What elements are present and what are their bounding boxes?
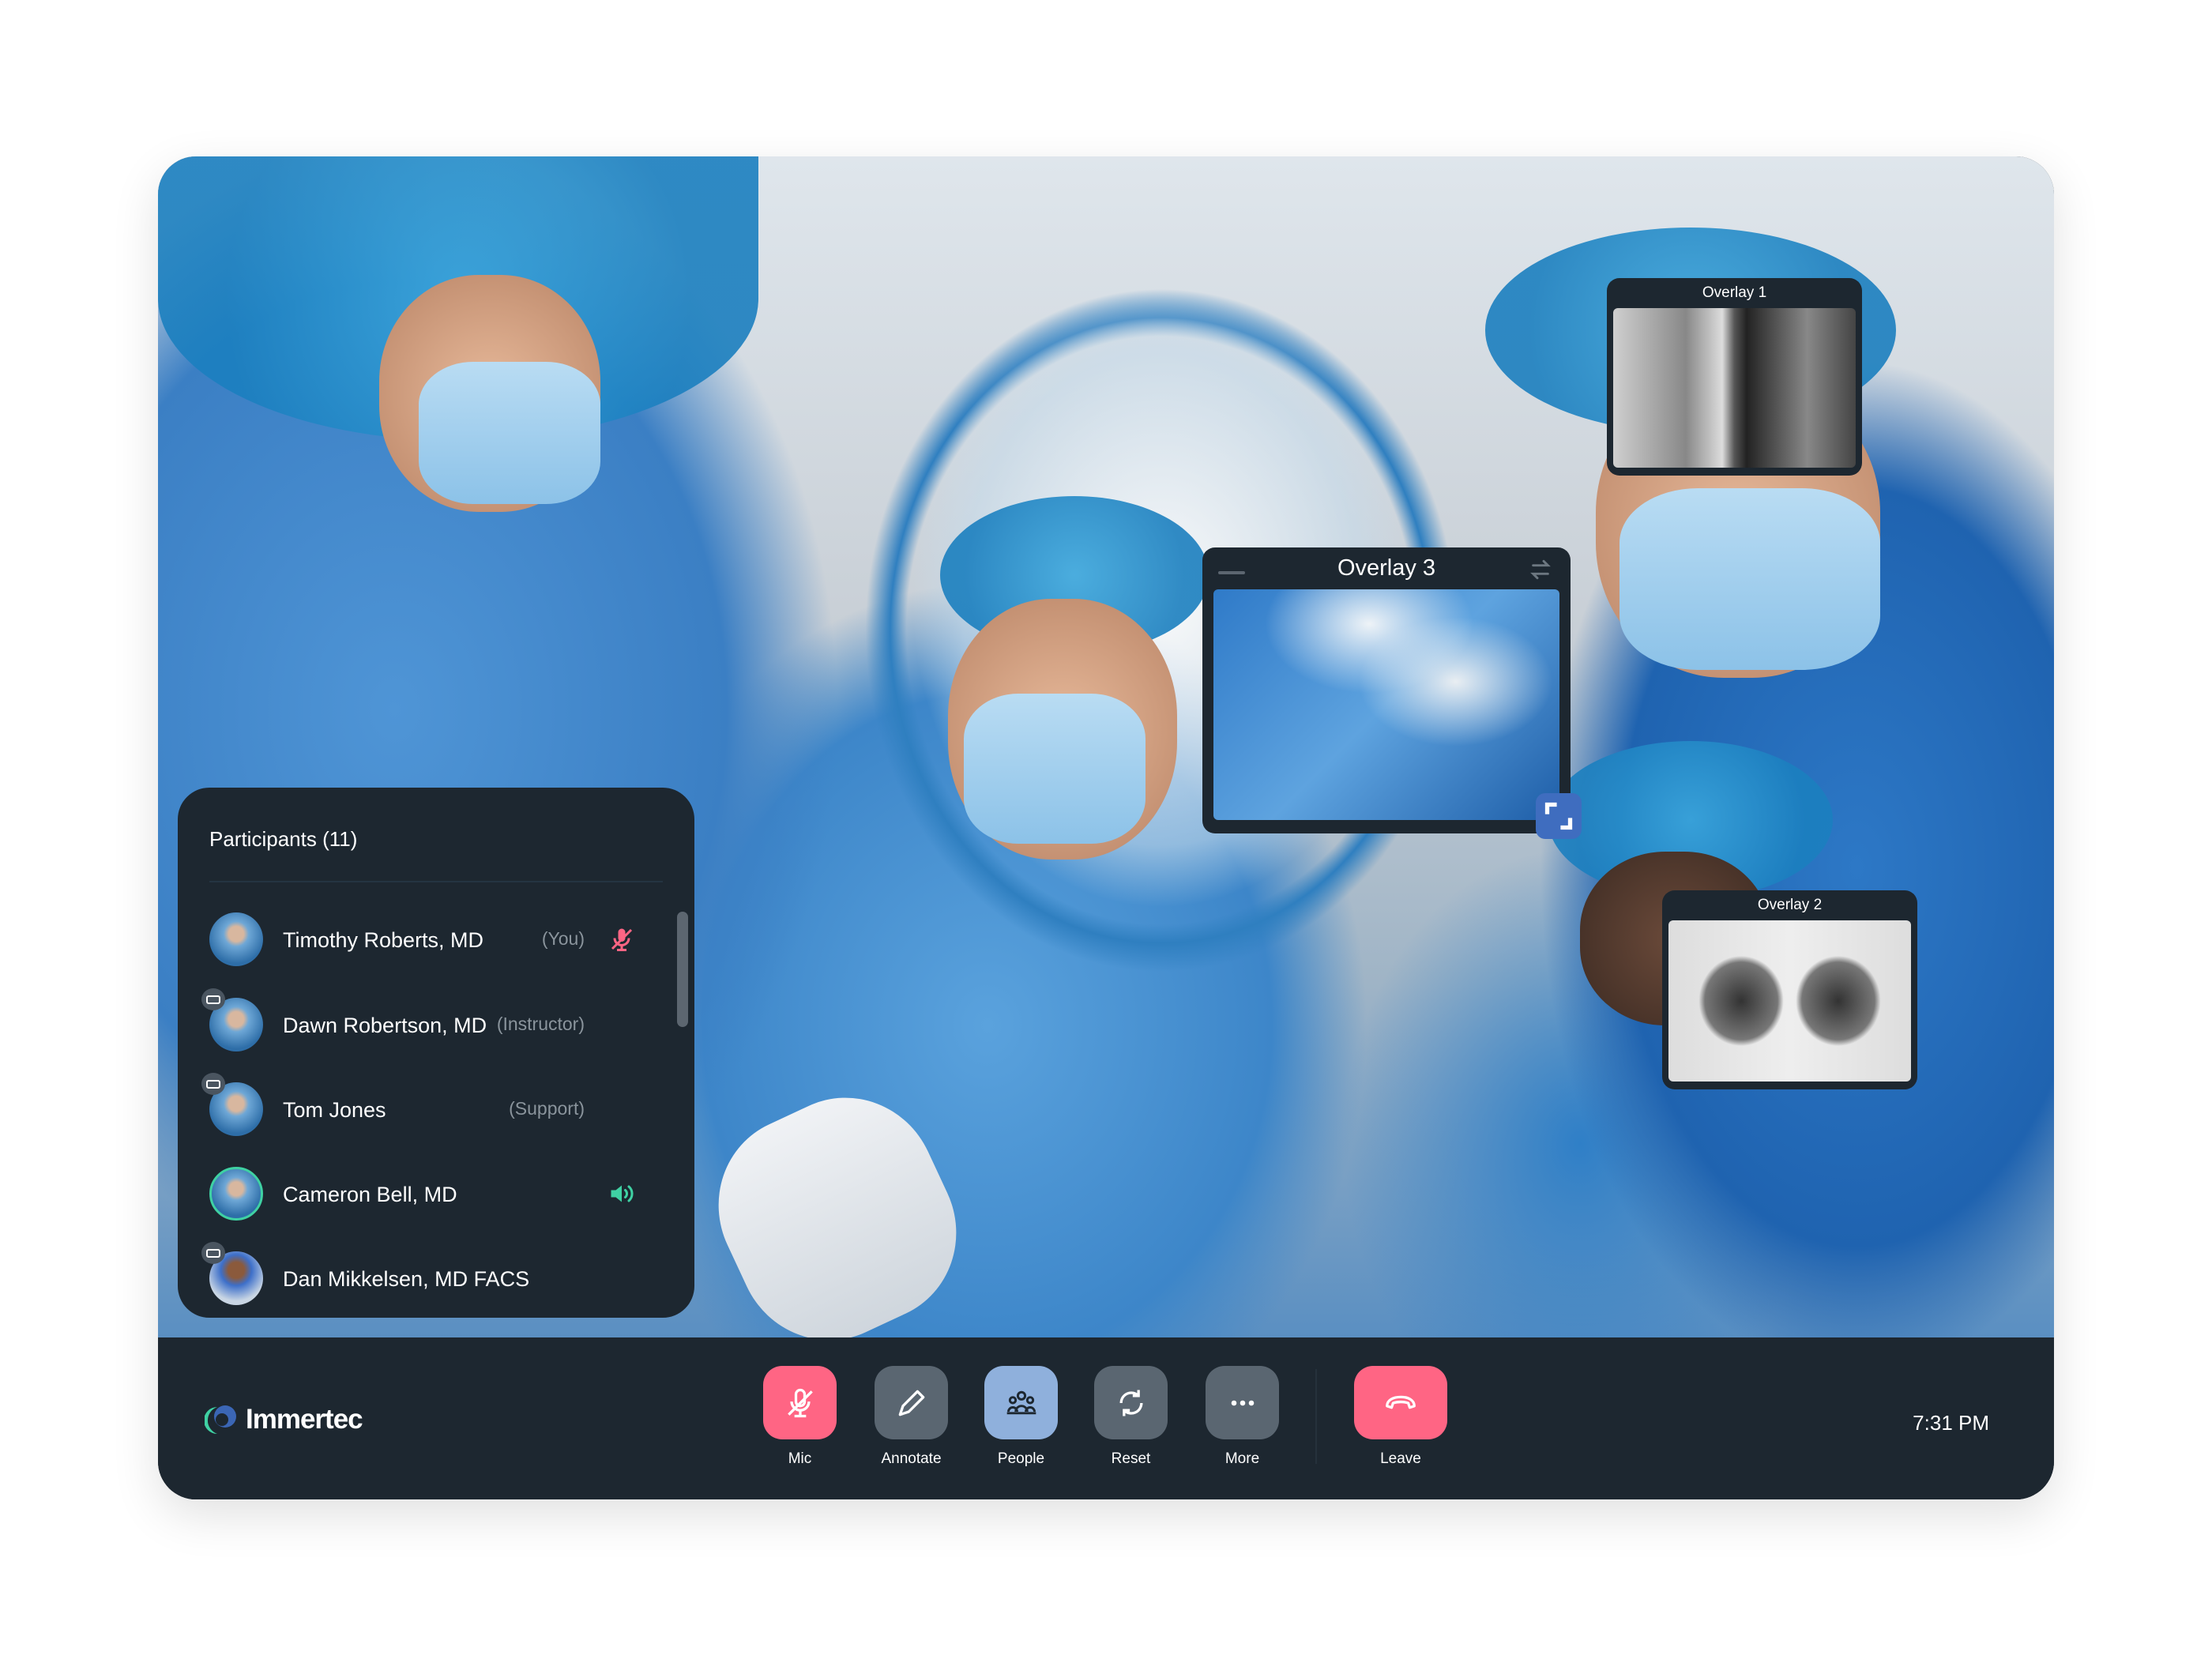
- participant-role: (Support): [509, 1098, 585, 1119]
- participant-name: Timothy Roberts, MD: [283, 928, 484, 952]
- glove: [688, 1068, 987, 1337]
- more-label: More: [1224, 1450, 1260, 1467]
- participant-role: (You): [541, 928, 585, 949]
- overlay-title: Overlay 3: [1337, 555, 1436, 581]
- main-video-feed[interactable]: Participants (11) Timothy Roberts, MD (Y…: [158, 156, 2054, 1337]
- swap-icon[interactable]: [1528, 557, 1553, 582]
- divider: [209, 881, 663, 882]
- participant-row[interactable]: Dan Mikkelsen, MD FACS: [201, 1242, 668, 1307]
- annotate-label: Annotate: [881, 1450, 942, 1467]
- mic-label: Mic: [788, 1450, 812, 1467]
- participant-name: Dan Mikkelsen, MD FACS: [283, 1267, 530, 1291]
- overlay-2[interactable]: Overlay 2: [1662, 890, 1917, 1089]
- immertec-logo-icon: [205, 1405, 236, 1434]
- participant-name: Dawn Robertson, MD: [283, 1014, 487, 1037]
- speaker-icon: [611, 1185, 634, 1202]
- participants-panel: Participants (11) Timothy Roberts, MD (Y…: [178, 788, 694, 1318]
- participants-title: Participants (11): [209, 827, 358, 851]
- annotate-button[interactable]: Annotate: [875, 1366, 948, 1468]
- brand-name: Immertec: [246, 1404, 363, 1435]
- brand-logo: Immertec: [205, 1402, 363, 1437]
- overlay-1[interactable]: Overlay 1: [1607, 278, 1862, 476]
- participant-name: Cameron Bell, MD: [283, 1183, 457, 1206]
- toolbar-divider: [1315, 1369, 1317, 1464]
- surgeon-mask: [419, 362, 600, 504]
- overlay-3[interactable]: Overlay 3: [1202, 547, 1571, 833]
- reset-icon: [1119, 1390, 1142, 1416]
- participants-scrollbar[interactable]: [677, 912, 688, 1027]
- vr-headset-icon: [201, 988, 225, 1010]
- more-button[interactable]: More: [1206, 1366, 1279, 1468]
- expand-icon: [1544, 802, 1573, 830]
- avatar: [209, 1167, 263, 1221]
- mic-muted-icon[interactable]: [608, 925, 636, 954]
- pencil-icon: [898, 1390, 924, 1416]
- people-label: People: [997, 1450, 1045, 1467]
- hang-up-icon: [1386, 1395, 1416, 1409]
- participant-row[interactable]: Dawn Robertson, MD (Instructor): [201, 988, 668, 1053]
- bottom-toolbar: Immertec Mic Annotate People Reset More …: [158, 1337, 2054, 1499]
- vr-headset-icon: [201, 1242, 225, 1264]
- vr-headset-icon: [201, 1073, 225, 1095]
- overlay-title: Overlay 1: [1702, 284, 1767, 301]
- avatar: [209, 912, 263, 966]
- app-window: Participants (11) Timothy Roberts, MD (Y…: [158, 156, 2054, 1499]
- mic-button[interactable]: Mic: [763, 1366, 837, 1468]
- participant-role: (Instructor): [496, 1014, 585, 1034]
- xray-image: [1668, 920, 1911, 1082]
- reset-label: Reset: [1111, 1450, 1151, 1467]
- more-icon: [1231, 1400, 1254, 1405]
- reset-button[interactable]: Reset: [1094, 1366, 1168, 1468]
- leave-button[interactable]: Leave: [1354, 1366, 1447, 1468]
- surgeon-mask: [1620, 488, 1880, 670]
- xray-image: [1613, 308, 1856, 468]
- participant-row[interactable]: Cameron Bell, MD: [209, 1167, 668, 1222]
- people-button[interactable]: People: [984, 1366, 1058, 1468]
- expand-button[interactable]: [1536, 793, 1582, 839]
- surgery-video-thumbnail: [1213, 589, 1559, 820]
- participant-row[interactable]: Tom Jones (Support): [201, 1073, 668, 1138]
- clock: 7:31 PM: [1913, 1411, 1989, 1435]
- mic-off-icon: [787, 1388, 813, 1417]
- participant-name: Tom Jones: [283, 1098, 386, 1122]
- overlay-title: Overlay 2: [1757, 897, 1823, 913]
- leave-label: Leave: [1380, 1450, 1421, 1467]
- surgeon-mask: [964, 694, 1146, 844]
- participant-row[interactable]: Timothy Roberts, MD (You): [209, 912, 668, 968]
- people-icon: [1006, 1390, 1036, 1414]
